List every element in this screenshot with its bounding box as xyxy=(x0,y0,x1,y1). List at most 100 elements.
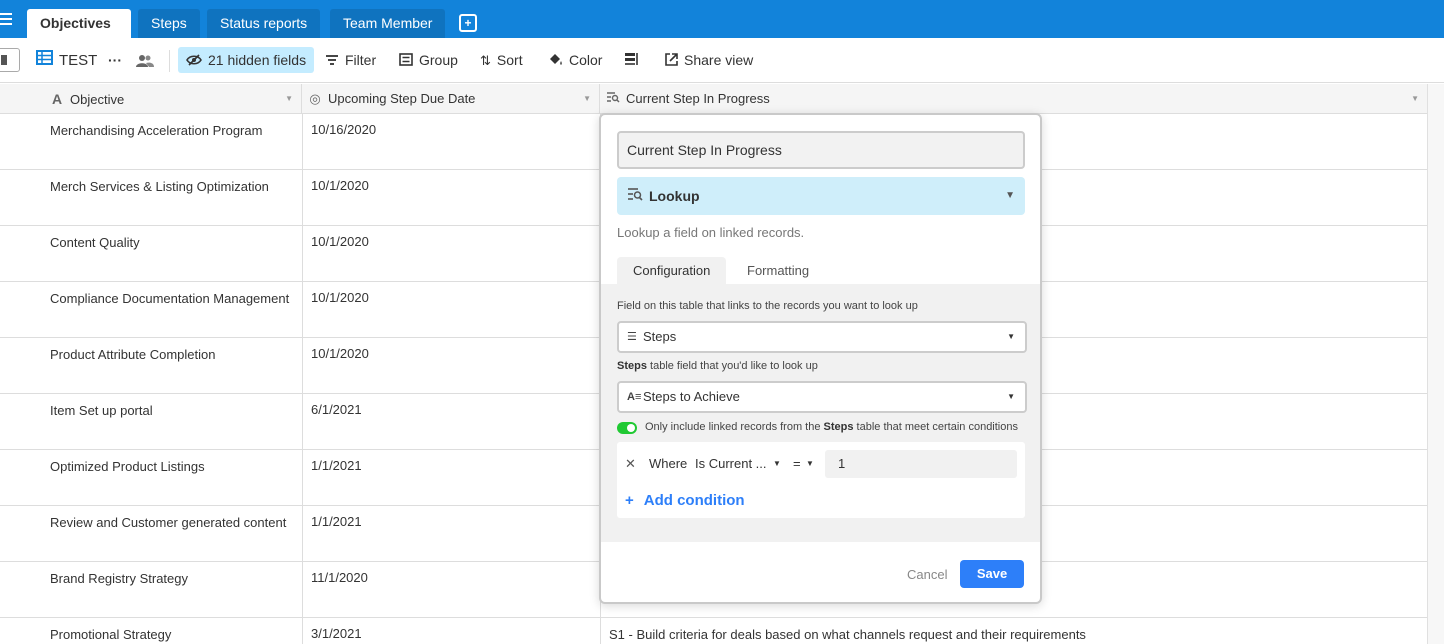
toolbar-divider xyxy=(169,50,170,72)
field-type-description: Lookup a field on linked records. xyxy=(617,225,805,240)
save-button[interactable]: Save xyxy=(960,560,1024,588)
objective-cell[interactable]: Content Quality xyxy=(42,226,302,282)
tab-label: Objectives xyxy=(40,15,111,31)
column-header-objective[interactable]: A Objective ▼ xyxy=(42,84,302,114)
column-header-current-step-in-progress[interactable]: Current Step In Progress ▼ xyxy=(600,84,1428,114)
objective-cell[interactable]: Review and Customer generated content xyxy=(42,506,302,562)
lookup-field-label: Steps table field that you'd like to loo… xyxy=(617,360,818,372)
tab-formatting[interactable]: Formatting xyxy=(731,257,825,285)
filter-icon xyxy=(325,48,339,74)
linked-record-icon: ☰ xyxy=(627,331,637,343)
share-icon xyxy=(665,48,678,74)
due-date-cell[interactable]: 6/1/2021 xyxy=(302,394,600,450)
tab-configuration[interactable]: Configuration xyxy=(617,257,727,285)
column-label: Upcoming Step Due Date xyxy=(328,91,476,106)
plus-icon: + xyxy=(625,492,634,509)
due-date-cell[interactable]: 10/1/2020 xyxy=(302,338,600,394)
tab-status-reports[interactable]: Status reports xyxy=(207,9,321,38)
cancel-button[interactable]: Cancel xyxy=(907,567,947,582)
collaborators-icon[interactable] xyxy=(136,47,154,73)
text-field-icon: A xyxy=(51,91,63,107)
toggle-suffix: table that meet certain conditions xyxy=(853,421,1018,433)
field-config-dialog: Lookup ▼ Lookup a field on linked record… xyxy=(599,113,1042,604)
rollup-field-icon: ◎ xyxy=(309,91,321,106)
paint-bucket-icon xyxy=(548,48,563,74)
sort-button[interactable]: ⇅ Sort xyxy=(480,47,523,73)
long-text-icon: A≡ xyxy=(627,391,642,403)
color-label: Color xyxy=(569,52,603,68)
condition-field-select[interactable]: Is Current ... xyxy=(695,442,767,486)
view-switcher[interactable]: TEST xyxy=(36,47,97,73)
objective-cell[interactable]: Item Set up portal xyxy=(42,394,302,450)
grid-view-icon xyxy=(36,48,53,74)
group-button[interactable]: Group xyxy=(399,47,458,73)
field-type-select[interactable]: Lookup ▼ xyxy=(617,177,1025,215)
eye-slash-icon xyxy=(186,48,202,74)
grid-header: A Objective ▼ ◎ Upcoming Step Due Date ▼ Cur… xyxy=(0,84,1428,114)
sort-icon: ⇅ xyxy=(480,53,491,68)
remove-condition-icon[interactable]: ✕ xyxy=(625,456,636,472)
lookup-table-name: Steps xyxy=(617,360,647,372)
table-row[interactable]: Promotional Strategy 3/1/2021 S1 - Build c… xyxy=(0,618,1428,644)
due-date-cell[interactable]: 1/1/2021 xyxy=(302,450,600,506)
column-header-upcoming-step-due-date[interactable]: ◎ Upcoming Step Due Date ▼ xyxy=(302,84,600,114)
objective-cell[interactable]: Promotional Strategy xyxy=(42,618,302,644)
filter-button[interactable]: Filter xyxy=(325,47,376,73)
chevron-down-icon[interactable]: ▼ xyxy=(806,442,814,486)
tab-steps[interactable]: Steps xyxy=(138,9,200,38)
due-date-cell[interactable]: 10/1/2020 xyxy=(302,282,600,338)
objective-cell[interactable]: Compliance Documentation Management xyxy=(42,282,302,338)
due-date-cell[interactable]: 1/1/2021 xyxy=(302,506,600,562)
conditions-toggle-label: Only include linked records from the Ste… xyxy=(645,421,1018,433)
chevron-down-icon[interactable]: ▼ xyxy=(773,442,781,486)
filter-label: Filter xyxy=(345,52,377,68)
scrollbar[interactable] xyxy=(1427,84,1444,644)
objective-cell[interactable]: Optimized Product Listings xyxy=(42,450,302,506)
hidden-fields-button[interactable]: 21 hidden fields xyxy=(178,47,315,74)
chevron-down-icon: ▼ xyxy=(1007,392,1015,401)
more-options-icon[interactable]: ··· xyxy=(108,47,122,73)
current-step-cell[interactable]: S1 - Build criteria for deals based on w… xyxy=(600,618,1428,644)
color-button[interactable]: Color xyxy=(548,47,602,73)
condition-box: ✕ Where Is Current ... ▼ = ▼ 1 + Add cond… xyxy=(617,442,1025,518)
lookup-field-select[interactable]: A≡ Steps to Achieve ▼ xyxy=(617,381,1027,413)
sidebar-toggle-icon[interactable] xyxy=(0,48,20,72)
column-label: Objective xyxy=(70,92,125,107)
hidden-fields-label: 21 hidden fields xyxy=(208,52,307,68)
view-toolbar: TEST ··· 21 hidden fields Filter Group ⇅… xyxy=(0,38,1444,83)
objective-cell[interactable]: Brand Registry Strategy xyxy=(42,562,302,618)
tab-label: Steps xyxy=(151,15,187,31)
due-date-cell[interactable]: 10/1/2020 xyxy=(302,226,600,282)
due-date-cell[interactable]: 10/1/2020 xyxy=(302,170,600,226)
due-date-cell[interactable]: 10/16/2020 xyxy=(302,114,600,170)
chevron-down-icon[interactable]: ▼ xyxy=(285,84,293,114)
lookup-field-icon xyxy=(606,84,620,114)
conditions-toggle[interactable] xyxy=(617,422,637,434)
link-field-select[interactable]: ☰ Steps ▼ xyxy=(617,321,1027,353)
lookup-field-icon xyxy=(627,187,643,204)
objective-cell[interactable]: Merchandising Acceleration Program xyxy=(42,114,302,170)
condition-value-input[interactable]: 1 xyxy=(825,450,1017,478)
objective-cell[interactable]: Product Attribute Completion xyxy=(42,338,302,394)
row-height-icon[interactable] xyxy=(624,47,639,73)
lookup-label-text: table field that you'd like to look up xyxy=(646,360,818,372)
due-date-cell[interactable]: 3/1/2021 xyxy=(302,618,600,644)
group-icon xyxy=(399,48,413,74)
view-name: TEST xyxy=(59,52,98,69)
tab-objectives[interactable]: Objectives▼ xyxy=(27,9,131,55)
chevron-down-icon[interactable]: ▼ xyxy=(583,84,591,114)
condition-operator-select[interactable]: = xyxy=(793,442,801,486)
due-date-cell[interactable]: 11/1/2020 xyxy=(302,562,600,618)
toggle-prefix: Only include linked records from the xyxy=(645,421,824,433)
field-name-input[interactable] xyxy=(617,131,1025,169)
add-table-icon[interactable]: + xyxy=(459,14,477,32)
add-condition-button[interactable]: + Add condition xyxy=(625,492,755,509)
objective-cell[interactable]: Merch Services & Listing Optimization xyxy=(42,170,302,226)
tab-label: Team Member xyxy=(343,15,433,31)
chevron-down-icon[interactable]: ▼ xyxy=(1411,84,1419,114)
tab-team-member[interactable]: Team Member xyxy=(330,9,446,38)
menu-icon[interactable] xyxy=(0,10,14,28)
share-view-button[interactable]: Share view xyxy=(665,47,753,73)
table-tab-bar: Objectives▼ Steps Status reports Team Me… xyxy=(0,0,1444,55)
add-condition-label: Add condition xyxy=(643,492,745,509)
